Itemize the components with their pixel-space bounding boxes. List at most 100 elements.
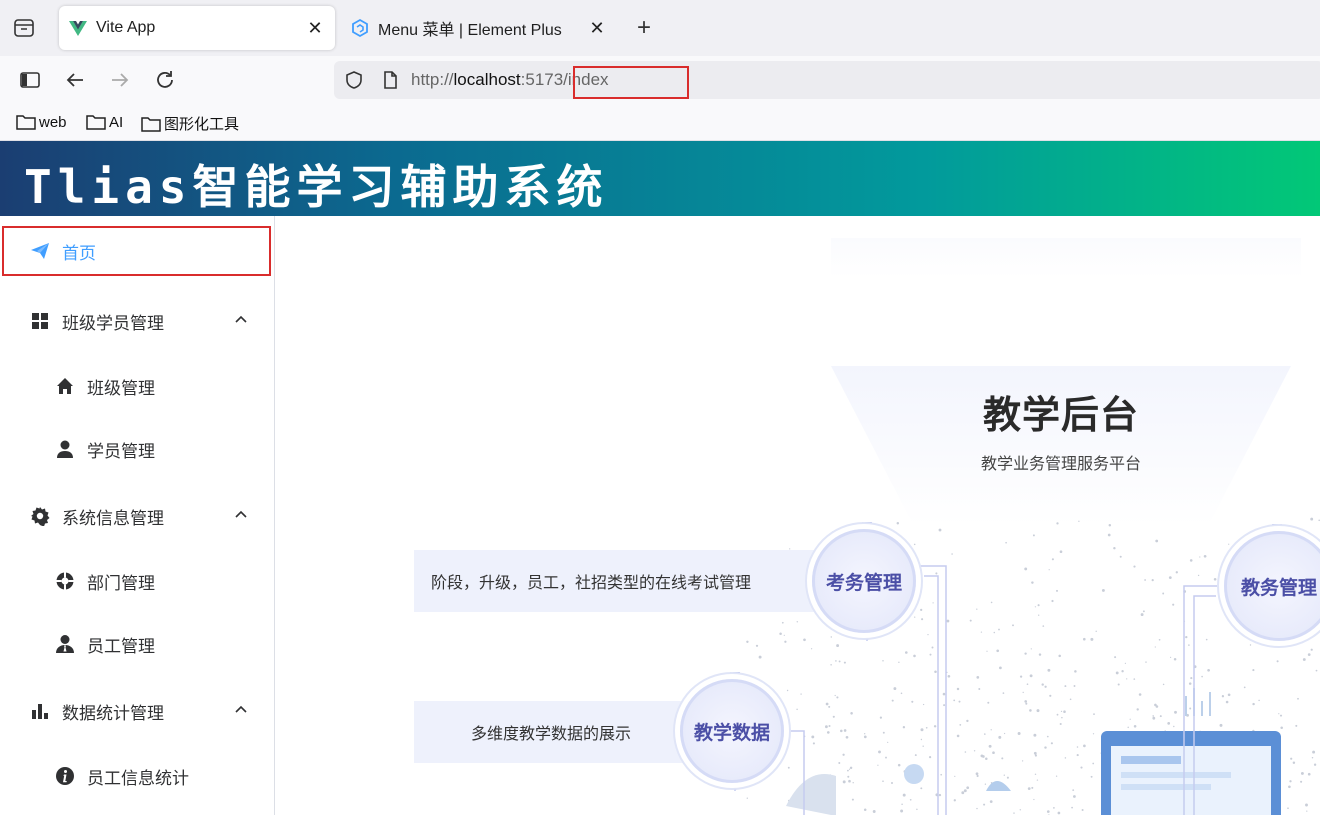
particle-dot [1151,579,1154,582]
particle-dot [1126,678,1128,680]
sidebar-item-employee-statistics[interactable]: 员工信息统计 [0,748,274,804]
close-tab-icon[interactable]: ✕ [303,16,327,40]
particle-dot [1026,683,1029,686]
particle-dot [904,618,908,621]
sidebar-submenu-system-info[interactable]: 系统信息管理 [0,488,274,544]
particle-dot [1074,670,1077,673]
browser-tab-vite-app[interactable]: Vite App ✕ [59,6,335,50]
particle-dot [897,763,901,767]
particle-dot [864,733,866,735]
hero-title: 教学后台 [982,395,1139,437]
particle-dot [943,704,946,707]
particle-dot [1017,732,1021,735]
particle-dot [1044,685,1047,688]
sidebar-item-student-management[interactable]: 学员管理 [0,421,274,477]
particle-dot [1127,726,1129,729]
address-bar[interactable]: http://localhost:5173/index [334,61,1320,99]
sidebar-item-department-management[interactable]: 部门管理 [0,553,274,609]
particle-dot [953,799,956,802]
particle-dot [980,754,984,758]
close-tab-icon[interactable]: ✕ [585,16,609,40]
particle-dot [758,655,762,659]
sidebar-item-label: 班级学员管理 [62,313,164,333]
browser-tab-bar: Vite App ✕ Menu 菜单 | Element Plus ✕ + [0,0,1320,56]
particle-dot [1117,683,1120,686]
particle-dot [964,751,967,753]
particle-dot [1076,746,1079,748]
sidebar-item-label: 数据统计管理 [62,703,164,723]
particle-dot [928,755,932,759]
sidebar-item-class-management[interactable]: 班级管理 [0,358,274,414]
particle-dot [878,750,881,754]
particle-dot [946,619,950,623]
particle-dot [1307,772,1311,776]
particle-dot [835,660,837,662]
particle-dot [909,798,912,801]
particle-dot [873,632,875,634]
forward-arrow-icon[interactable] [108,68,132,92]
sidebar-item-employee-management[interactable]: 员工管理 [0,616,274,672]
particle-dot [1162,592,1165,595]
particle-dot [784,640,787,643]
particle-dot [1207,668,1210,672]
particle-dot [796,708,798,711]
particle-dot [1021,760,1024,762]
particle-dot [958,700,961,703]
bookmark-folder-graphics-tools[interactable]: 图形化工具 [141,113,239,134]
particle-dot [1280,726,1283,730]
particle-dot [1051,558,1054,561]
bookmark-folder-web[interactable]: web [16,113,67,131]
particle-dot [787,766,790,769]
particle-dot [1083,637,1086,641]
particle-dot [983,803,986,806]
particle-dot [848,768,851,770]
particle-dot [914,754,917,757]
particle-dot [946,671,948,674]
browser-tab-element-plus[interactable]: Menu 菜单 | Element Plus ✕ [341,6,617,50]
particle-dot [1154,646,1156,648]
particle-dot [986,650,988,652]
particle-dot [1064,757,1067,759]
particle-dot [1311,756,1314,759]
particle-dot [1142,610,1145,613]
particle-dot [1044,746,1047,749]
particle-dot [746,640,749,643]
particle-dot [1050,742,1053,745]
particle-dot [1046,735,1049,738]
grid-icon [30,311,50,331]
particle-dot [851,798,854,801]
particle-dot [975,772,979,776]
chevron-up-icon [235,510,247,518]
sidebar-toggle-icon[interactable] [18,68,42,92]
particle-dot [998,628,1000,631]
new-tab-button[interactable]: + [630,14,658,42]
user-tie-icon [55,634,75,654]
particle-dot [872,810,876,813]
particle-dot [1133,678,1136,680]
particle-dot [934,670,937,673]
particle-dot [947,674,951,678]
particle-dot [1048,569,1050,571]
user-icon [55,439,75,459]
vue-logo-icon [68,18,88,38]
bookmark-folder-ai[interactable]: AI [86,113,123,131]
particle-dot [1173,725,1175,728]
particle-dot [1092,762,1095,765]
bookmarks-bar: web AI 图形化工具 [0,104,1320,141]
particle-dot [976,676,980,679]
page-info-icon[interactable] [380,70,400,90]
shield-icon[interactable] [344,70,364,90]
sidebar-submenu-data-statistics[interactable]: 数据统计管理 [0,683,274,739]
reload-icon[interactable] [153,68,177,92]
particle-dot [826,731,830,734]
particle-dot [998,735,1002,739]
particle-dot [999,666,1002,670]
tab-list-icon[interactable] [12,16,36,40]
back-arrow-icon[interactable] [63,68,87,92]
particle-dot [1076,754,1079,757]
particle-dot [1012,624,1014,627]
sidebar-submenu-class-student[interactable]: 班级学员管理 [0,293,274,349]
particle-dot [1060,710,1063,713]
particle-dot [1136,708,1139,711]
gear-icon [30,506,50,526]
